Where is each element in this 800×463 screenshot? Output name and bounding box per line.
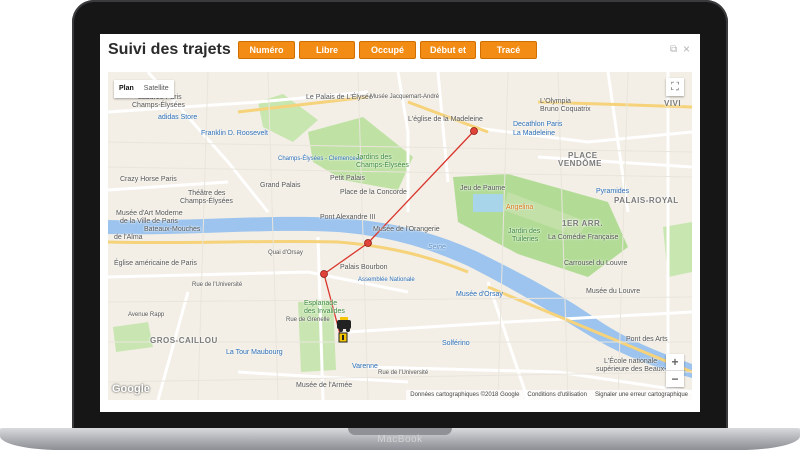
map-label: de l'Alma — [114, 234, 143, 241]
filter-libre-button[interactable]: Libre — [299, 41, 355, 59]
map-type-satellite-button[interactable]: Satellite — [139, 80, 174, 98]
filter-trace-button[interactable]: Tracé — [480, 41, 537, 59]
map-label: Petit Palais — [330, 175, 366, 182]
filter-occupe-button[interactable]: Occupé — [359, 41, 416, 59]
map-label: Musée Jacquemart-André — [370, 94, 440, 100]
laptop-brand: MacBook — [377, 434, 423, 445]
zoom-out-button[interactable]: − — [666, 371, 684, 387]
map-label: Palais Bourbon — [340, 264, 388, 271]
map-label: Musée de l'Armée — [296, 382, 353, 389]
map-label: Musée d'Art Moderne — [116, 210, 183, 217]
app-title: Suivi des trajets — [108, 41, 231, 58]
map-label: Varenne — [352, 363, 378, 370]
map-label: Place de la Concorde — [340, 189, 407, 196]
map-label: de la Ville de Paris — [120, 218, 178, 225]
close-icon[interactable]: × — [683, 42, 690, 56]
zoom-in-button[interactable]: + — [666, 354, 684, 370]
map-label: L'École nationale — [604, 358, 658, 365]
map-label: Carrousel du Louvre — [564, 260, 628, 267]
map-label: PALAIS-ROYAL — [614, 196, 679, 205]
map-label: adidas Store — [158, 114, 198, 121]
map-label: GROS-CAILLOU — [150, 336, 218, 345]
map-label: Avenue Rapp — [128, 312, 165, 318]
map-label: supérieure des Beaux-... — [596, 366, 673, 373]
map-label: Champs-Élysées — [132, 102, 185, 109]
map-label: La Madeleine — [513, 130, 556, 137]
map-label: Assemblée Nationale — [358, 277, 415, 283]
map-label: Musée d'Orsay — [456, 291, 503, 298]
attribution-report-link[interactable]: Signaler une erreur cartographique — [595, 390, 688, 400]
google-logo: Google — [112, 383, 150, 395]
map-label: Champs-Élysées - Clemenceau — [278, 156, 363, 162]
attribution-terms-link[interactable]: Conditions d'utilisation — [527, 390, 587, 400]
map-label: Musée du Louvre — [586, 288, 641, 295]
route-point[interactable] — [470, 127, 478, 135]
map-label: Solférino — [442, 340, 470, 347]
map-type-control: Plan Satellite — [114, 80, 174, 98]
map-label: Bruno Coquatrix — [540, 106, 591, 113]
map-label: L'église de la Madeleine — [408, 116, 483, 123]
route-point[interactable] — [320, 270, 328, 278]
map-label: VENDÔME — [558, 159, 602, 168]
map-label: Jardins des — [356, 154, 392, 161]
map-label: Tuileries — [512, 236, 539, 243]
map-label: Champs-Élysées — [356, 162, 409, 169]
map-view[interactable]: Ladurée ParisChamps-Élyséesadidas StoreL… — [108, 72, 692, 400]
app-window: Suivi des trajets Numéro Libre Occupé Dé… — [100, 34, 700, 412]
map-label: La Comédie Française — [548, 234, 619, 241]
map-label: Jeu de Paume — [460, 185, 506, 192]
map-type-plan-button[interactable]: Plan — [114, 80, 139, 98]
map-attribution: Données cartographiques ©2018 Google Con… — [406, 390, 692, 400]
filter-numero-button[interactable]: Numéro — [238, 41, 295, 59]
map-label: Quai d'Orsay — [268, 250, 303, 256]
map-label: Rue de l'Université — [192, 282, 243, 288]
map-label: Angelina — [506, 204, 534, 211]
map-label: La Tour Maubourg — [226, 349, 283, 356]
popout-icon[interactable]: ⧉ — [670, 44, 677, 55]
map-label: Crazy Horse Paris — [120, 176, 177, 183]
map-label: Seine — [428, 244, 446, 251]
map-label: Pyramides — [596, 188, 630, 195]
map-label: des Invalides — [304, 308, 345, 315]
map-label: Decathlon Paris — [513, 121, 563, 128]
map-label: VIVI — [664, 99, 682, 108]
map-label: Pont des Arts — [626, 336, 668, 343]
taxi-marker[interactable] — [337, 317, 351, 343]
map-label: Le Palais de L'Élysée — [306, 94, 373, 101]
filter-debut-button[interactable]: Début et — [420, 41, 476, 59]
park-gros-caillou — [113, 322, 153, 352]
route-point[interactable] — [364, 239, 372, 247]
map-label: Jardin des — [508, 228, 541, 235]
map-label: Bateaux-Mouches — [144, 226, 201, 233]
map-label: Théâtre des — [188, 190, 226, 197]
fullscreen-icon[interactable]: ⛶ — [666, 78, 684, 96]
map-label: Pont Alexandre III — [320, 214, 376, 221]
map-label: L'Olympia — [540, 98, 571, 105]
map-label: Église américaine de Paris — [114, 260, 197, 267]
map-label: Esplanade — [304, 300, 338, 307]
map-label: Champs-Élysées — [180, 198, 233, 205]
app-header: Suivi des trajets Numéro Libre Occupé Dé… — [100, 34, 700, 70]
map-label: Franklin D. Roosevelt — [201, 130, 268, 137]
map-label: Rue de Grenelle — [286, 317, 330, 323]
map-label: Rue de l'Université — [378, 370, 429, 376]
attribution-data: Données cartographiques ©2018 Google — [410, 392, 520, 398]
map-label: Grand Palais — [260, 182, 301, 189]
pond-tuileries — [473, 194, 503, 212]
map-label: Musée de l'Orangerie — [373, 226, 440, 233]
zoom-control: + − — [666, 354, 684, 387]
map-label: 1ER ARR. — [562, 219, 604, 228]
